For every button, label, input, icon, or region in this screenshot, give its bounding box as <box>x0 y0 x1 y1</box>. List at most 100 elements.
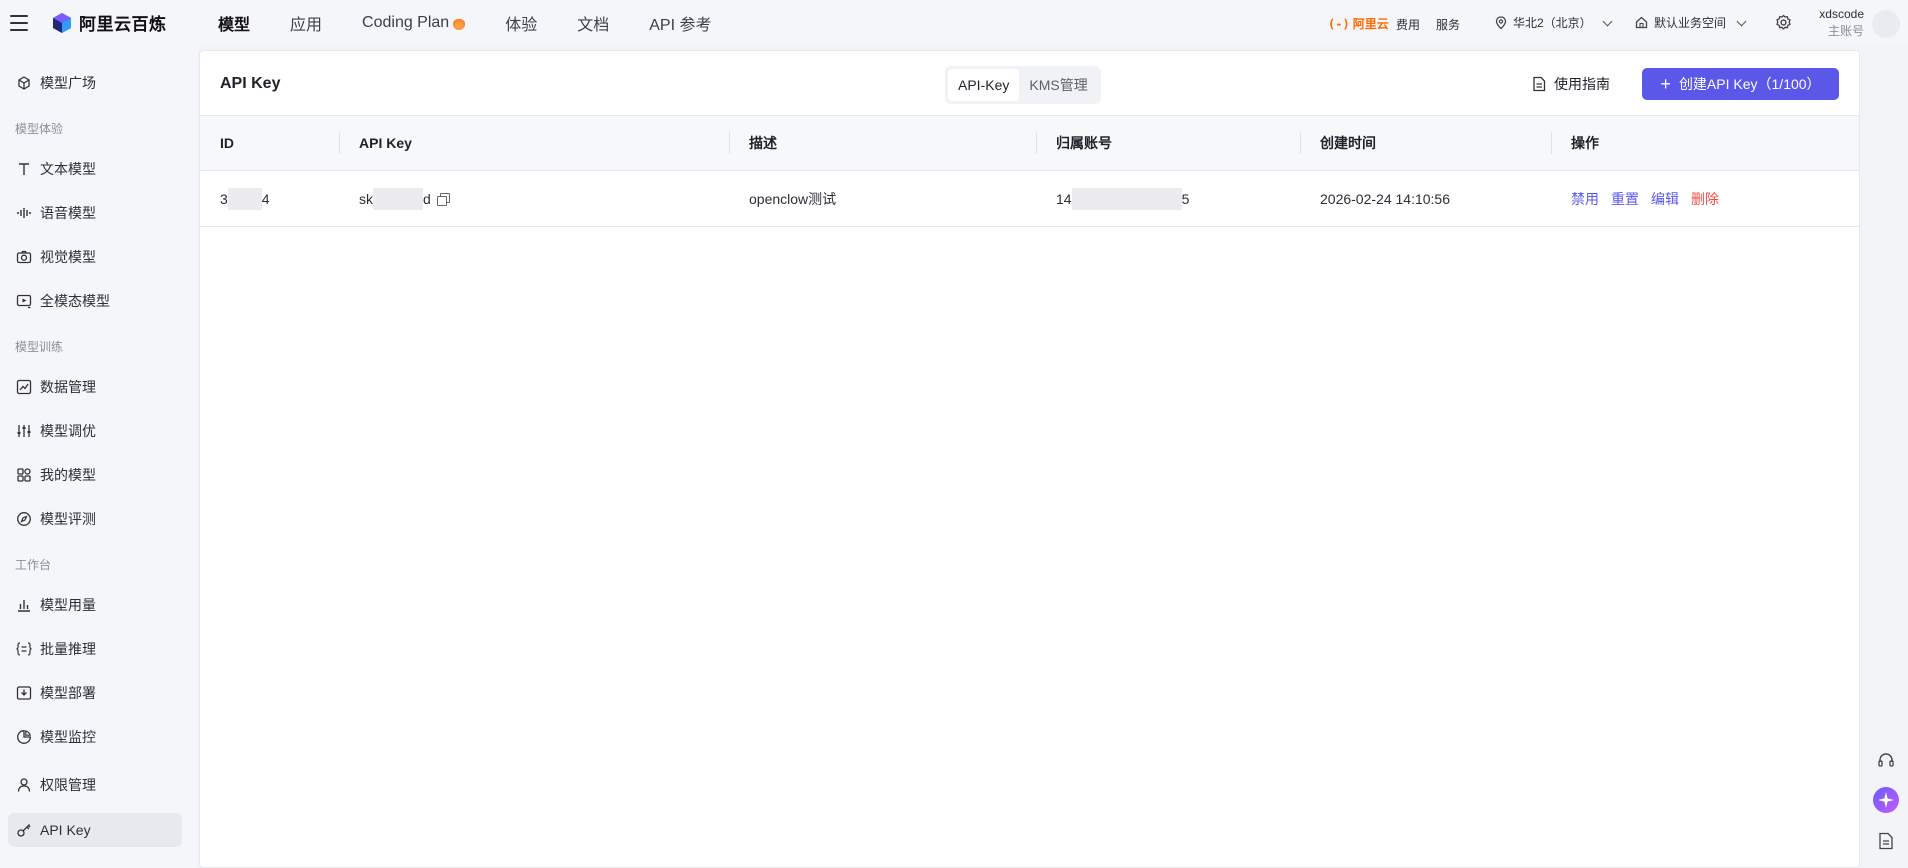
service-link[interactable]: 服务 <box>1436 16 1460 33</box>
reset-button[interactable]: 重置 <box>1611 189 1639 209</box>
menu-icon[interactable] <box>10 13 28 33</box>
sidebar-item-label: 模型用量 <box>40 597 96 613</box>
nav-coding-plan[interactable]: Coding Plan <box>362 14 466 32</box>
nav-experience[interactable]: 体验 <box>505 11 537 35</box>
sidebar-item-label: 权限管理 <box>40 777 96 793</box>
masked-region <box>227 187 262 210</box>
nav-coding-plan-label: Coding Plan <box>362 14 450 31</box>
user-info[interactable]: xdscode 主账号 <box>1814 6 1864 40</box>
cube-stack-icon <box>16 75 32 91</box>
col-divider <box>1036 132 1037 154</box>
aliyun-link[interactable]: (-) 阿里云 <box>1328 15 1389 32</box>
key-icon <box>16 822 32 838</box>
cell-api-key: sk d <box>359 171 450 226</box>
col-api-key: API Key <box>359 135 412 151</box>
sidebar-item-label: 模型监控 <box>40 729 96 745</box>
settings-gear-icon[interactable] <box>1775 14 1792 31</box>
sidebar-item-label: 语音模型 <box>40 205 96 221</box>
sidebar-item-vision-model[interactable]: 视觉模型 <box>8 240 182 274</box>
sidebar-item-label: 模型评测 <box>40 511 96 527</box>
sidebar-item-text-model[interactable]: 文本模型 <box>8 152 182 186</box>
fees-link[interactable]: 费用 <box>1396 16 1420 33</box>
key-suffix: d <box>423 190 431 207</box>
usage-guide-label: 使用指南 <box>1554 76 1610 92</box>
waveform-icon <box>16 205 32 221</box>
headset-support-icon[interactable] <box>1876 751 1896 771</box>
sliders-icon <box>16 423 32 439</box>
pie-chart-icon <box>16 729 32 745</box>
sidebar-item-model-square[interactable]: 模型广场 <box>8 66 182 100</box>
col-description: 描述 <box>749 135 777 151</box>
sidebar-item-label: 全模态模型 <box>40 293 110 309</box>
sidebar-item-model-evaluation[interactable]: 模型评测 <box>8 502 182 536</box>
sidebar-item-model-monitoring[interactable]: 模型监控 <box>8 720 182 754</box>
sidebar-item-batch-inference[interactable]: 批量推理 <box>8 632 182 666</box>
nav-api-reference[interactable]: API 参考 <box>649 11 711 35</box>
document-list-icon[interactable] <box>1876 831 1896 851</box>
sidebar-item-label: 模型广场 <box>40 75 96 91</box>
bailian-logo-icon <box>51 12 73 34</box>
user-name: xdscode <box>1819 7 1864 21</box>
sidebar-group-experience: 模型体验 <box>15 122 64 136</box>
avatar[interactable] <box>1872 10 1900 38</box>
sidebar-item-label: 数据管理 <box>40 379 96 395</box>
sidebar-group-training: 模型训练 <box>15 340 64 354</box>
region-selector[interactable]: 华北2（北京） <box>1495 14 1613 31</box>
account-suffix: 5 <box>1181 190 1190 207</box>
media-play-icon <box>16 293 32 309</box>
workspace-selector[interactable]: 默认业务空间 <box>1635 14 1747 31</box>
key-prefix: sk <box>359 190 373 207</box>
sidebar-item-label: 文本模型 <box>40 161 96 177</box>
top-bar: 阿里云百炼 模型 应用 Coding Plan 体验 文档 API 参考 (-)… <box>0 0 1908 46</box>
workspace-label: 默认业务空间 <box>1654 16 1727 30</box>
sidebar-group-workbench: 工作台 <box>15 558 52 572</box>
brand[interactable]: 阿里云百炼 <box>51 10 167 35</box>
sidebar-item-model-tuning[interactable]: 模型调优 <box>8 414 182 448</box>
bar-chart-icon <box>16 597 32 613</box>
create-api-key-button[interactable]: + 创建API Key（1/100） <box>1642 68 1839 100</box>
document-icon <box>1532 76 1546 92</box>
col-divider <box>1300 132 1301 154</box>
user-icon <box>16 777 32 793</box>
sidebar-item-voice-model[interactable]: 语音模型 <box>8 196 182 230</box>
cell-actions: 禁用 重置 编辑 删除 <box>1571 171 1731 226</box>
nav-docs[interactable]: 文档 <box>577 11 609 35</box>
disable-button[interactable]: 禁用 <box>1571 189 1599 209</box>
tab-kms-management[interactable]: KMS管理 <box>1019 69 1097 101</box>
account-prefix: 14 <box>1056 190 1072 207</box>
id-suffix: 4 <box>261 190 270 207</box>
compass-icon <box>16 511 32 527</box>
tab-api-key[interactable]: API-Key <box>948 69 1020 101</box>
sidebar-item-model-deployment[interactable]: 模型部署 <box>8 676 182 710</box>
sidebar-item-permission[interactable]: 权限管理 <box>8 768 182 802</box>
ai-assistant-icon[interactable] <box>1872 786 1900 814</box>
edit-button[interactable]: 编辑 <box>1651 189 1679 209</box>
sidebar-item-model-usage[interactable]: 模型用量 <box>8 588 182 622</box>
camera-icon <box>16 249 32 265</box>
usage-guide-link[interactable]: 使用指南 <box>1532 74 1610 94</box>
cell-description: openclow测试 <box>749 190 837 207</box>
sidebar-item-data-management[interactable]: 数据管理 <box>8 370 182 404</box>
delete-button[interactable]: 删除 <box>1691 189 1719 209</box>
chevron-down-icon <box>1602 16 1613 26</box>
sidebar-item-label: API Key <box>40 822 91 838</box>
sidebar-item-api-key[interactable]: API Key <box>8 813 182 847</box>
sidebar-item-label: 模型部署 <box>40 685 96 701</box>
nav-model[interactable]: 模型 <box>218 11 250 35</box>
brand-name: 阿里云百炼 <box>79 15 167 34</box>
text-t-icon <box>16 161 32 177</box>
sidebar-item-my-models[interactable]: 我的模型 <box>8 458 182 492</box>
masked-region <box>373 187 423 210</box>
deploy-download-icon <box>16 685 32 701</box>
location-icon <box>1495 15 1507 30</box>
cell-account: 14 5 <box>1056 171 1189 226</box>
copy-icon[interactable] <box>436 192 450 206</box>
masked-region <box>1071 187 1182 210</box>
nav-app[interactable]: 应用 <box>290 11 322 35</box>
nav-api-reference-label: API 参考 <box>649 17 712 34</box>
table-row: 34 sk d openclow测试 14 5 2026-02-24 14:10:5… <box>200 171 1859 227</box>
sidebar-item-omni-model[interactable]: 全模态模型 <box>8 284 182 318</box>
col-created-at: 创建时间 <box>1320 135 1376 151</box>
nav-experience-label: 体验 <box>505 17 538 34</box>
cell-created-at: 2026-02-24 14:10:56 <box>1320 190 1450 207</box>
